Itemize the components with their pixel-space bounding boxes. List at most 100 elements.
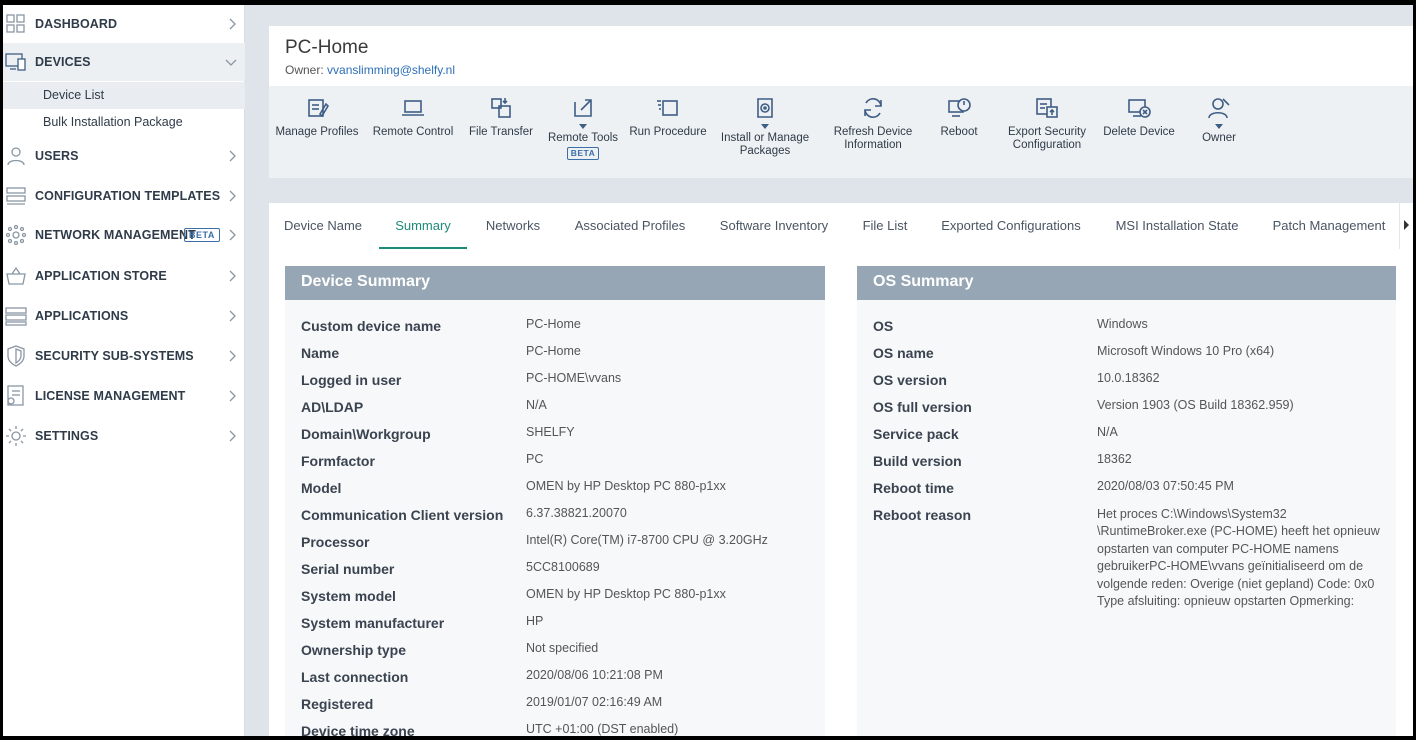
sidebar-subitem-label: Device List: [43, 88, 105, 102]
field-label: Name: [301, 345, 340, 361]
license-icon: [7, 385, 24, 406]
network-icon: [5, 224, 27, 246]
manage-profiles-button[interactable]: Manage Profiles: [275, 96, 359, 176]
sidebar-item-security-sub-systems[interactable]: SECURITY SUB-SYSTEMS: [3, 337, 245, 375]
field-label: Communication Client version: [301, 507, 504, 523]
beta-badge: BETA: [184, 228, 220, 242]
field-value: 10.0.18362: [1097, 371, 1160, 385]
toolbar-label: Refresh Device Information: [833, 126, 913, 151]
run-procedure-button[interactable]: Run Procedure: [628, 96, 708, 176]
remote-tools-icon: [574, 99, 592, 117]
field-label: Logged in user: [301, 372, 402, 388]
field-label: Ownership type: [301, 642, 407, 658]
tab-summary[interactable]: Summary: [379, 203, 467, 249]
toolbar-label: Reboot: [940, 126, 978, 138]
app-window: DASHBOARD DEVICES Device List Bulk Insta…: [3, 5, 1413, 736]
sidebar-item-label: APPLICATION STORE: [35, 269, 167, 283]
sidebar-subitem-bulk-installation[interactable]: Bulk Installation Package: [3, 109, 245, 136]
sidebar-item-settings[interactable]: SETTINGS: [3, 417, 245, 455]
field-value: SHELFY: [526, 425, 575, 439]
tab-associated-profiles[interactable]: Associated Profiles: [563, 203, 697, 249]
owner-button[interactable]: Owner: [1189, 96, 1249, 176]
file-transfer-button[interactable]: File Transfer: [465, 96, 537, 176]
tab-msi-installation-state[interactable]: MSI Installation State: [1105, 203, 1249, 249]
refresh-device-information-button[interactable]: Refresh Device Information: [825, 96, 921, 176]
sidebar-item-devices[interactable]: DEVICES: [3, 43, 245, 81]
delete-device-button[interactable]: Delete Device: [1101, 96, 1177, 176]
tab-device-name[interactable]: Device Name: [269, 203, 377, 249]
field-value: OMEN by HP Desktop PC 880-p1xx: [526, 587, 726, 601]
field-label: Custom device name: [301, 318, 442, 334]
sidebar-item-network-management[interactable]: NETWORK MANAGEMENT BETA: [3, 216, 245, 254]
delete-device-icon: [1128, 99, 1151, 118]
field-value: Het proces C:\Windows\System32 \RuntimeB…: [1097, 507, 1380, 609]
package-icon: [757, 98, 773, 118]
owner-email-link[interactable]: vvanslimming@shelfy.nl: [327, 63, 455, 77]
field-value: N/A: [526, 398, 547, 412]
field-value: Windows: [1097, 317, 1148, 331]
chevron-right-icon: [229, 18, 236, 30]
field-value: UTC +01:00 (DST enabled): [526, 722, 679, 736]
chevron-right-icon: [229, 310, 236, 322]
devices-icon: [5, 53, 26, 71]
panel-title: OS Summary: [857, 266, 1396, 300]
field-label: System manufacturer: [301, 615, 445, 631]
owner-line: Owner: vvanslimming@shelfy.nl: [285, 63, 455, 77]
tab-bar: Device Name Summary Networks Associated …: [269, 203, 1413, 249]
sidebar-item-applications[interactable]: APPLICATIONS: [3, 297, 245, 335]
field-value: 5CC8100689: [526, 560, 600, 574]
field-label: Registered: [301, 696, 374, 712]
tab-patch-management[interactable]: Patch Management: [1263, 203, 1395, 249]
remote-control-button[interactable]: Remote Control: [372, 96, 454, 176]
field-value: Version 1903 (OS Build 18362.959): [1097, 398, 1294, 412]
field-value: PC-HOME\vvans: [526, 371, 622, 385]
field-label: Build version: [873, 453, 962, 469]
tab-software-inventory[interactable]: Software Inventory: [709, 203, 839, 249]
sidebar-item-label: SECURITY SUB-SYSTEMS: [35, 349, 194, 363]
export-icon: [1036, 98, 1058, 118]
field-label: Processor: [301, 534, 370, 550]
reboot-button[interactable]: Reboot: [929, 96, 989, 176]
field-label: Domain\Workgroup: [301, 426, 431, 442]
panel-title: Device Summary: [285, 266, 825, 300]
sidebar-item-configuration-templates[interactable]: CONFIGURATION TEMPLATES: [3, 177, 245, 215]
remote-tools-button[interactable]: Remote Tools BETA: [543, 96, 623, 176]
toolbar-label: Remote Control: [372, 126, 454, 138]
chevron-right-icon: [229, 229, 236, 241]
tab-file-list[interactable]: File List: [853, 203, 917, 249]
laptop-icon: [402, 100, 424, 116]
field-value: Microsoft Windows 10 Pro (x64): [1097, 344, 1275, 358]
toolbar-label: Manage Profiles: [275, 126, 359, 138]
tab-networks[interactable]: Networks: [475, 203, 551, 249]
field-value: 2020/08/06 10:21:08 PM: [526, 668, 663, 682]
field-value: 2019/01/07 02:16:49 AM: [526, 695, 663, 709]
field-label: OS: [873, 318, 894, 334]
tabs-scroll-right-button[interactable]: [1399, 203, 1413, 249]
device-toolbar: Manage Profiles Remote Control File Tran…: [269, 86, 1413, 178]
sidebar-item-dashboard[interactable]: DASHBOARD: [3, 5, 245, 43]
sidebar-item-label: LICENSE MANAGEMENT: [35, 389, 186, 403]
manage-profiles-icon: [308, 99, 329, 118]
dropdown-caret-icon: [579, 124, 587, 129]
tab-exported-configurations[interactable]: Exported Configurations: [931, 203, 1091, 249]
field-label: Device time zone: [301, 723, 415, 736]
sidebar-subitem-device-list[interactable]: Device List: [3, 82, 245, 109]
templates-icon: [6, 187, 26, 205]
device-header: PC-Home Owner: vvanslimming@shelfy.nl Ma…: [269, 26, 1413, 178]
chevron-right-icon: [229, 190, 236, 202]
sidebar: DASHBOARD DEVICES Device List Bulk Insta…: [3, 5, 245, 736]
toolbar-label: Delete Device: [1103, 126, 1175, 138]
os-summary-panel: OS Summary OS Windows OS name Microsoft Win…: [857, 266, 1396, 736]
field-label: Last connection: [301, 669, 409, 685]
chevron-right-icon: [229, 390, 236, 402]
sidebar-item-users[interactable]: USERS: [3, 137, 245, 175]
reboot-icon: [948, 98, 971, 117]
install-manage-packages-button[interactable]: Install or Manage Packages: [717, 96, 813, 176]
field-value: 2020/08/03 07:50:45 PM: [1097, 479, 1234, 493]
basket-icon: [6, 266, 26, 285]
export-security-configuration-button[interactable]: Export Security Configuration: [1001, 96, 1093, 176]
field-label: Serial number: [301, 561, 395, 577]
toolbar-label: Run Procedure: [629, 126, 707, 138]
sidebar-item-license-management[interactable]: LICENSE MANAGEMENT: [3, 377, 245, 415]
sidebar-item-application-store[interactable]: APPLICATION STORE: [3, 257, 245, 295]
